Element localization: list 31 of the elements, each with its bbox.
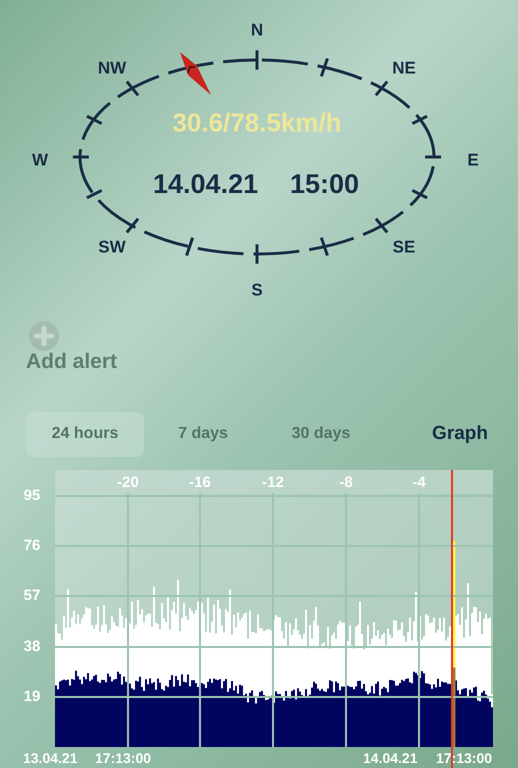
graph-button[interactable]: Graph bbox=[432, 420, 488, 448]
direction-label: N bbox=[250, 19, 264, 42]
range-tab[interactable]: 24 hours bbox=[26, 412, 144, 456]
speed-axis-label: 57 bbox=[24, 586, 40, 606]
timestamp-label: 14.04.21 bbox=[363, 749, 418, 768]
direction-label: NW bbox=[98, 57, 126, 80]
plus-circle-icon bbox=[28, 320, 60, 352]
hour-label: -12 bbox=[262, 473, 284, 493]
direction-label: S bbox=[251, 279, 263, 302]
direction-label: SW bbox=[98, 236, 126, 258]
speed-axis-label: 38 bbox=[24, 636, 40, 657]
hour-label: -8 bbox=[339, 473, 353, 493]
timestamp-label: 17:13:00 bbox=[95, 749, 152, 768]
direction-label: SE bbox=[392, 236, 416, 258]
direction-label: W bbox=[32, 149, 48, 172]
direction-label: E bbox=[467, 149, 479, 172]
hour-label: -4 bbox=[412, 473, 426, 493]
range-tab[interactable]: 7 days bbox=[144, 412, 262, 456]
speed-axis-label: 95 bbox=[24, 486, 40, 506]
add-alert-button[interactable]: Add alert bbox=[26, 320, 118, 372]
needle-icon bbox=[180, 52, 211, 95]
wind-speed: 30.6/78.5km/h bbox=[172, 106, 342, 140]
direction-label: NE bbox=[392, 57, 416, 80]
speed-axis-label: 76 bbox=[24, 536, 40, 556]
date-text: 14.04.21 bbox=[153, 168, 258, 201]
hour-label: -16 bbox=[189, 473, 211, 493]
timestamp-label: 13.04.21 bbox=[23, 749, 78, 768]
range-tab[interactable]: 30 days bbox=[262, 412, 380, 456]
time-text: 15:00 bbox=[290, 168, 360, 201]
hour-label: -20 bbox=[117, 473, 139, 493]
speed-axis-label: 19 bbox=[24, 686, 40, 707]
